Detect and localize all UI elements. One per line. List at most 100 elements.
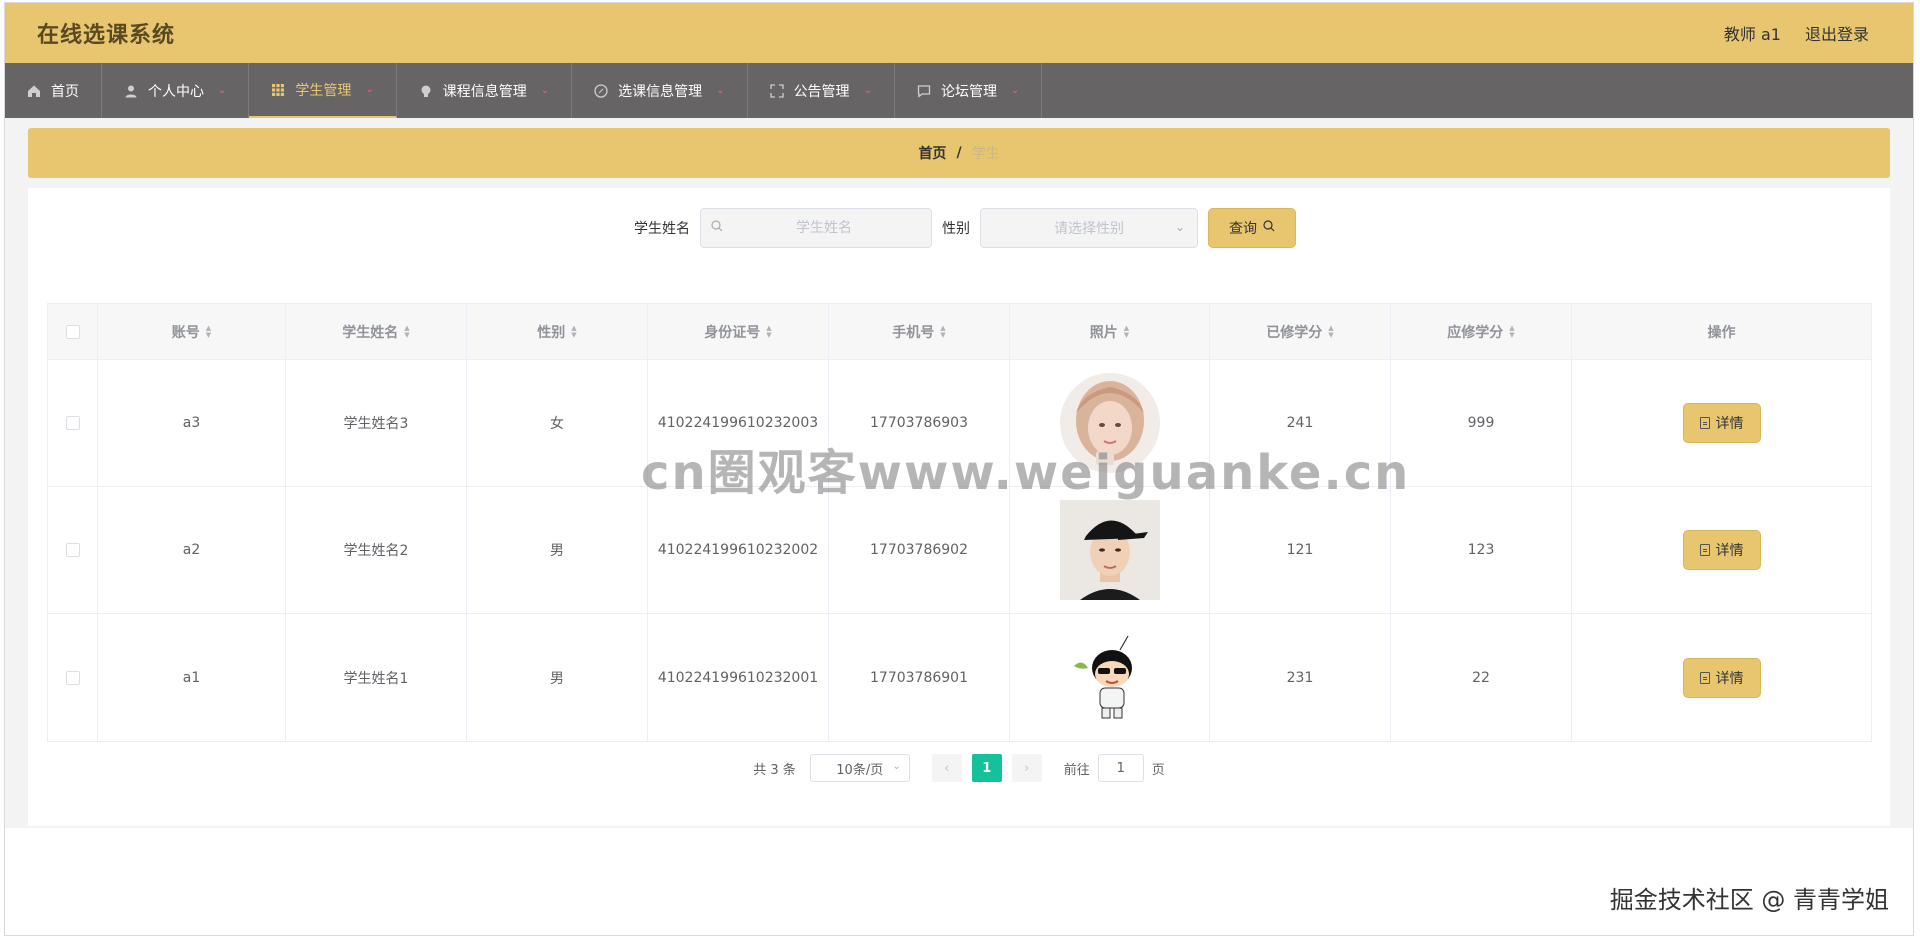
cell-actions: 详情	[1572, 360, 1871, 486]
grid-icon	[271, 83, 285, 97]
prev-page-button[interactable]: ‹	[931, 754, 962, 782]
nav-label: 课程信息管理	[442, 83, 527, 100]
search-icon	[711, 220, 727, 236]
column-header-earned-credits[interactable]: 已修学分 ▲ ▼	[1210, 304, 1391, 359]
user-icon	[124, 84, 138, 98]
column-header-phone[interactable]: 手机号 ▲ ▼	[829, 304, 1010, 359]
cell-photo	[1010, 487, 1210, 613]
cell-id-card: 410224199610232001	[648, 614, 829, 741]
detail-button[interactable]: 详情	[1682, 530, 1761, 570]
gender-select-placeholder: 请选择性别	[1054, 221, 1124, 237]
query-button-label: 查询	[1229, 221, 1257, 237]
chevron-down-icon: ⌄	[716, 85, 725, 96]
sort-icon[interactable]: ▲ ▼	[404, 324, 409, 339]
sort-icon[interactable]: ▲ ▼	[1509, 324, 1514, 339]
chat-icon	[917, 84, 931, 98]
row-checkbox[interactable]	[65, 416, 80, 430]
goto-page-input[interactable]	[1097, 754, 1144, 782]
nav-item-home[interactable]: 首页	[5, 63, 102, 118]
column-header-required-credits[interactable]: 应修学分 ▲ ▼	[1391, 304, 1572, 359]
sort-icon[interactable]: ▲ ▼	[206, 324, 211, 339]
compass-icon	[594, 83, 608, 98]
nav-item-course-selection[interactable]: 选课信息管理 ⌄	[572, 63, 748, 118]
detail-button[interactable]: 详情	[1682, 403, 1761, 443]
chevron-down-icon: ⌄	[892, 761, 901, 772]
cell-actions: 详情	[1572, 614, 1871, 741]
nav-item-personal-center[interactable]: 个人中心 ⌄	[102, 63, 250, 118]
app-frame: 在线选课系统 教师 a1 退出登录 首页 个人中心 ⌄ 学生管理 ⌄ 课程信息管…	[4, 2, 1914, 936]
document-icon	[1699, 417, 1710, 429]
cell-name: 学生姓名3	[286, 360, 467, 486]
column-header-label: 已修学分	[1266, 324, 1323, 341]
cell-gender: 男	[467, 614, 648, 741]
chevron-right-icon: ›	[1024, 760, 1030, 776]
main-panel: 学生姓名 性别 请选择性别 ⌄ 查询	[28, 188, 1890, 826]
page-size-select[interactable]: 10条/页 ⌄	[809, 754, 910, 782]
gender-label: 性别	[942, 221, 970, 237]
sort-icon[interactable]: ▲ ▼	[766, 324, 771, 339]
cell-name: 学生姓名1	[286, 614, 467, 741]
nav-label: 选课信息管理	[618, 83, 703, 100]
column-header-label: 手机号	[892, 324, 935, 341]
lightbulb-icon	[419, 84, 433, 98]
footer-credit: 掘金技术社区 @ 青青学姐	[1609, 886, 1889, 914]
goto-suffix: 页	[1151, 762, 1165, 778]
cell-id-card: 410224199610232003	[648, 360, 829, 486]
nav-item-student-management[interactable]: 学生管理 ⌄	[249, 63, 397, 118]
column-header-gender[interactable]: 性别 ▲ ▼	[467, 304, 648, 359]
detail-button[interactable]: 详情	[1682, 657, 1761, 698]
column-header-label: 操作	[1707, 324, 1736, 341]
row-checkbox[interactable]	[65, 543, 80, 557]
nav-item-forum[interactable]: 论坛管理 ⌄	[895, 63, 1043, 118]
breadcrumb: 首页 / 学生	[28, 128, 1890, 178]
column-header-name[interactable]: 学生姓名 ▲ ▼	[286, 304, 467, 359]
nav-label: 论坛管理	[940, 83, 997, 100]
logout-link[interactable]: 退出登录	[1805, 21, 1869, 45]
search-form: 学生姓名 性别 请选择性别 ⌄ 查询	[59, 208, 1871, 248]
fullscreen-icon	[769, 83, 784, 98]
detail-button-label: 详情	[1715, 416, 1744, 432]
table-row: a2 学生姓名2 男 410224199610232002 1770378690…	[48, 487, 1871, 614]
cell-gender: 男	[467, 487, 648, 613]
student-name-field	[700, 208, 932, 248]
nav-label: 个人中心	[148, 83, 204, 100]
breadcrumb-separator: /	[956, 145, 962, 161]
chevron-down-icon: ⌄	[1010, 85, 1020, 96]
next-page-button[interactable]: ›	[1011, 754, 1042, 782]
chevron-down-icon: ⌄	[540, 85, 550, 96]
column-header-label: 性别	[537, 324, 566, 341]
cell-account: a3	[98, 360, 286, 486]
column-header-label: 学生姓名	[342, 324, 399, 341]
sort-icon[interactable]: ▲ ▼	[571, 324, 576, 339]
cell-gender: 女	[467, 360, 648, 486]
table-row: a1 学生姓名1 男 410224199610232001 1770378690…	[48, 614, 1871, 741]
row-checkbox[interactable]	[65, 670, 80, 685]
sort-icon[interactable]: ▲ ▼	[1124, 324, 1129, 339]
gender-select[interactable]: 请选择性别 ⌄	[980, 208, 1198, 248]
document-icon	[1699, 544, 1710, 556]
column-header-account[interactable]: 账号 ▲ ▼	[98, 304, 286, 359]
breadcrumb-current: 学生	[971, 146, 1000, 162]
sort-icon[interactable]: ▲ ▼	[1328, 324, 1333, 339]
main-nav: 首页 个人中心 ⌄ 学生管理 ⌄ 课程信息管理 ⌄ 选课信息管理 ⌄ 公告管理 …	[5, 63, 1913, 118]
cell-id-card: 410224199610232002	[648, 487, 829, 613]
select-all-checkbox[interactable]	[65, 324, 80, 339]
cell-phone: 17703786901	[829, 614, 1010, 741]
row-select-cell	[48, 360, 98, 486]
page-number-current[interactable]: 1	[971, 754, 1002, 782]
column-header-photo[interactable]: 照片 ▲ ▼	[1010, 304, 1210, 359]
column-header-id-card[interactable]: 身份证号 ▲ ▼	[648, 304, 829, 359]
pager: ‹ 1 ›	[931, 754, 1042, 782]
pagination: 共 3 条 10条/页 ⌄ ‹ 1 › 前往 页	[47, 754, 1871, 782]
cell-photo	[1010, 360, 1210, 486]
nav-item-announcements[interactable]: 公告管理 ⌄	[748, 63, 895, 118]
table-header: 账号 ▲ ▼ 学生姓名 ▲ ▼ 性别 ▲ ▼ 身份证号 ▲ ▼ 手机号 ▲ ▼ 照片 ▲ ▼ 已修学分 ▲…	[48, 304, 1871, 360]
cell-photo	[1010, 614, 1210, 741]
student-name-input[interactable]	[727, 220, 921, 236]
nav-item-course-info[interactable]: 课程信息管理 ⌄	[397, 63, 573, 118]
breadcrumb-home[interactable]: 首页	[918, 143, 946, 163]
cell-earned-credits: 121	[1210, 487, 1391, 613]
detail-button-label: 详情	[1715, 543, 1744, 559]
sort-icon[interactable]: ▲ ▼	[940, 324, 945, 339]
query-button[interactable]: 查询	[1208, 208, 1296, 248]
